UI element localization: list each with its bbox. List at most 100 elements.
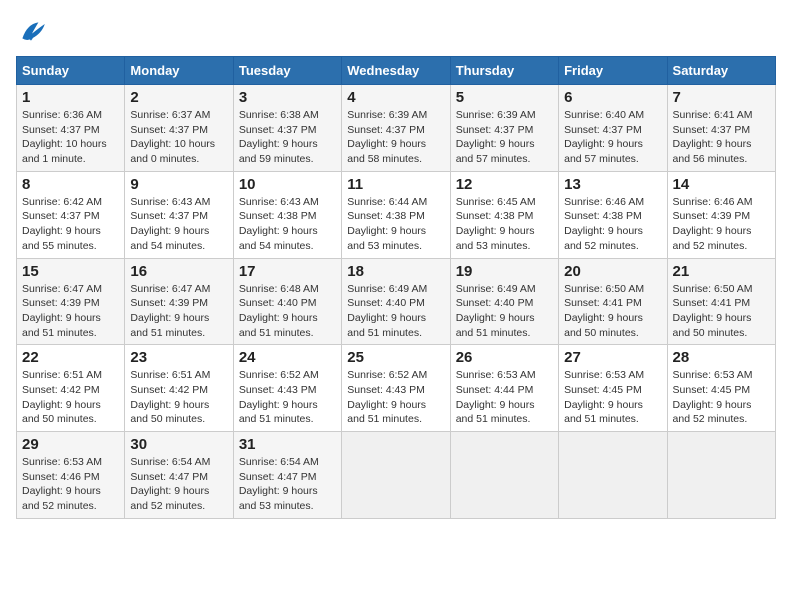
day-number: 15 — [22, 263, 119, 280]
calendar-cell: 3 Sunrise: 6:38 AM Sunset: 4:37 PM Dayli… — [233, 85, 341, 172]
logo-icon — [16, 16, 48, 48]
day-number: 4 — [347, 89, 444, 106]
calendar-cell: 30 Sunrise: 6:54 AM Sunset: 4:47 PM Dayl… — [125, 432, 233, 519]
day-info: Sunrise: 6:53 AM Sunset: 4:44 PM Dayligh… — [456, 368, 553, 427]
day-number: 31 — [239, 436, 336, 453]
day-number: 7 — [673, 89, 770, 106]
day-number: 6 — [564, 89, 661, 106]
calendar-cell: 10 Sunrise: 6:43 AM Sunset: 4:38 PM Dayl… — [233, 171, 341, 258]
day-number: 26 — [456, 349, 553, 366]
calendar-cell: 13 Sunrise: 6:46 AM Sunset: 4:38 PM Dayl… — [559, 171, 667, 258]
day-number: 28 — [673, 349, 770, 366]
calendar-cell: 17 Sunrise: 6:48 AM Sunset: 4:40 PM Dayl… — [233, 258, 341, 345]
day-info: Sunrise: 6:44 AM Sunset: 4:38 PM Dayligh… — [347, 195, 444, 254]
day-number: 13 — [564, 176, 661, 193]
week-row-2: 8 Sunrise: 6:42 AM Sunset: 4:37 PM Dayli… — [17, 171, 776, 258]
calendar-cell: 16 Sunrise: 6:47 AM Sunset: 4:39 PM Dayl… — [125, 258, 233, 345]
day-number: 18 — [347, 263, 444, 280]
day-info: Sunrise: 6:46 AM Sunset: 4:39 PM Dayligh… — [673, 195, 770, 254]
calendar-cell — [667, 432, 775, 519]
calendar-cell — [450, 432, 558, 519]
calendar-cell: 7 Sunrise: 6:41 AM Sunset: 4:37 PM Dayli… — [667, 85, 775, 172]
week-row-4: 22 Sunrise: 6:51 AM Sunset: 4:42 PM Dayl… — [17, 345, 776, 432]
calendar-cell: 6 Sunrise: 6:40 AM Sunset: 4:37 PM Dayli… — [559, 85, 667, 172]
calendar-cell: 1 Sunrise: 6:36 AM Sunset: 4:37 PM Dayli… — [17, 85, 125, 172]
calendar-cell: 14 Sunrise: 6:46 AM Sunset: 4:39 PM Dayl… — [667, 171, 775, 258]
calendar-cell: 8 Sunrise: 6:42 AM Sunset: 4:37 PM Dayli… — [17, 171, 125, 258]
weekday-header-friday: Friday — [559, 57, 667, 85]
day-info: Sunrise: 6:49 AM Sunset: 4:40 PM Dayligh… — [347, 282, 444, 341]
day-number: 11 — [347, 176, 444, 193]
day-number: 14 — [673, 176, 770, 193]
calendar-cell: 5 Sunrise: 6:39 AM Sunset: 4:37 PM Dayli… — [450, 85, 558, 172]
day-info: Sunrise: 6:37 AM Sunset: 4:37 PM Dayligh… — [130, 108, 227, 167]
day-info: Sunrise: 6:43 AM Sunset: 4:37 PM Dayligh… — [130, 195, 227, 254]
calendar-cell: 31 Sunrise: 6:54 AM Sunset: 4:47 PM Dayl… — [233, 432, 341, 519]
calendar-cell: 2 Sunrise: 6:37 AM Sunset: 4:37 PM Dayli… — [125, 85, 233, 172]
day-info: Sunrise: 6:54 AM Sunset: 4:47 PM Dayligh… — [130, 455, 227, 514]
day-info: Sunrise: 6:47 AM Sunset: 4:39 PM Dayligh… — [130, 282, 227, 341]
calendar-cell: 25 Sunrise: 6:52 AM Sunset: 4:43 PM Dayl… — [342, 345, 450, 432]
day-info: Sunrise: 6:53 AM Sunset: 4:46 PM Dayligh… — [22, 455, 119, 514]
day-info: Sunrise: 6:53 AM Sunset: 4:45 PM Dayligh… — [564, 368, 661, 427]
calendar-cell — [559, 432, 667, 519]
calendar-table: SundayMondayTuesdayWednesdayThursdayFrid… — [16, 56, 776, 519]
calendar-cell: 22 Sunrise: 6:51 AM Sunset: 4:42 PM Dayl… — [17, 345, 125, 432]
day-number: 16 — [130, 263, 227, 280]
day-info: Sunrise: 6:36 AM Sunset: 4:37 PM Dayligh… — [22, 108, 119, 167]
weekday-header-saturday: Saturday — [667, 57, 775, 85]
day-number: 20 — [564, 263, 661, 280]
day-info: Sunrise: 6:39 AM Sunset: 4:37 PM Dayligh… — [347, 108, 444, 167]
calendar-cell: 28 Sunrise: 6:53 AM Sunset: 4:45 PM Dayl… — [667, 345, 775, 432]
day-info: Sunrise: 6:40 AM Sunset: 4:37 PM Dayligh… — [564, 108, 661, 167]
day-info: Sunrise: 6:43 AM Sunset: 4:38 PM Dayligh… — [239, 195, 336, 254]
day-info: Sunrise: 6:42 AM Sunset: 4:37 PM Dayligh… — [22, 195, 119, 254]
calendar-cell: 29 Sunrise: 6:53 AM Sunset: 4:46 PM Dayl… — [17, 432, 125, 519]
weekday-header-wednesday: Wednesday — [342, 57, 450, 85]
day-info: Sunrise: 6:50 AM Sunset: 4:41 PM Dayligh… — [564, 282, 661, 341]
calendar-cell: 23 Sunrise: 6:51 AM Sunset: 4:42 PM Dayl… — [125, 345, 233, 432]
day-info: Sunrise: 6:51 AM Sunset: 4:42 PM Dayligh… — [130, 368, 227, 427]
calendar-cell: 19 Sunrise: 6:49 AM Sunset: 4:40 PM Dayl… — [450, 258, 558, 345]
day-info: Sunrise: 6:47 AM Sunset: 4:39 PM Dayligh… — [22, 282, 119, 341]
day-number: 10 — [239, 176, 336, 193]
page-header — [16, 16, 776, 48]
day-number: 30 — [130, 436, 227, 453]
calendar-cell: 26 Sunrise: 6:53 AM Sunset: 4:44 PM Dayl… — [450, 345, 558, 432]
day-number: 5 — [456, 89, 553, 106]
logo — [16, 16, 52, 48]
day-info: Sunrise: 6:48 AM Sunset: 4:40 PM Dayligh… — [239, 282, 336, 341]
day-number: 29 — [22, 436, 119, 453]
calendar-cell: 21 Sunrise: 6:50 AM Sunset: 4:41 PM Dayl… — [667, 258, 775, 345]
calendar-cell: 24 Sunrise: 6:52 AM Sunset: 4:43 PM Dayl… — [233, 345, 341, 432]
weekday-header-thursday: Thursday — [450, 57, 558, 85]
day-number: 12 — [456, 176, 553, 193]
day-number: 25 — [347, 349, 444, 366]
day-info: Sunrise: 6:50 AM Sunset: 4:41 PM Dayligh… — [673, 282, 770, 341]
day-info: Sunrise: 6:52 AM Sunset: 4:43 PM Dayligh… — [347, 368, 444, 427]
day-number: 22 — [22, 349, 119, 366]
weekday-header-row: SundayMondayTuesdayWednesdayThursdayFrid… — [17, 57, 776, 85]
day-number: 3 — [239, 89, 336, 106]
day-info: Sunrise: 6:51 AM Sunset: 4:42 PM Dayligh… — [22, 368, 119, 427]
calendar-cell — [342, 432, 450, 519]
week-row-3: 15 Sunrise: 6:47 AM Sunset: 4:39 PM Dayl… — [17, 258, 776, 345]
weekday-header-sunday: Sunday — [17, 57, 125, 85]
day-info: Sunrise: 6:41 AM Sunset: 4:37 PM Dayligh… — [673, 108, 770, 167]
day-number: 24 — [239, 349, 336, 366]
calendar-cell: 18 Sunrise: 6:49 AM Sunset: 4:40 PM Dayl… — [342, 258, 450, 345]
calendar-cell: 11 Sunrise: 6:44 AM Sunset: 4:38 PM Dayl… — [342, 171, 450, 258]
day-number: 9 — [130, 176, 227, 193]
day-number: 23 — [130, 349, 227, 366]
day-info: Sunrise: 6:38 AM Sunset: 4:37 PM Dayligh… — [239, 108, 336, 167]
week-row-5: 29 Sunrise: 6:53 AM Sunset: 4:46 PM Dayl… — [17, 432, 776, 519]
day-info: Sunrise: 6:45 AM Sunset: 4:38 PM Dayligh… — [456, 195, 553, 254]
calendar-cell: 27 Sunrise: 6:53 AM Sunset: 4:45 PM Dayl… — [559, 345, 667, 432]
day-info: Sunrise: 6:54 AM Sunset: 4:47 PM Dayligh… — [239, 455, 336, 514]
day-info: Sunrise: 6:52 AM Sunset: 4:43 PM Dayligh… — [239, 368, 336, 427]
calendar-cell: 15 Sunrise: 6:47 AM Sunset: 4:39 PM Dayl… — [17, 258, 125, 345]
day-number: 1 — [22, 89, 119, 106]
calendar-cell: 9 Sunrise: 6:43 AM Sunset: 4:37 PM Dayli… — [125, 171, 233, 258]
day-info: Sunrise: 6:46 AM Sunset: 4:38 PM Dayligh… — [564, 195, 661, 254]
calendar-cell: 20 Sunrise: 6:50 AM Sunset: 4:41 PM Dayl… — [559, 258, 667, 345]
